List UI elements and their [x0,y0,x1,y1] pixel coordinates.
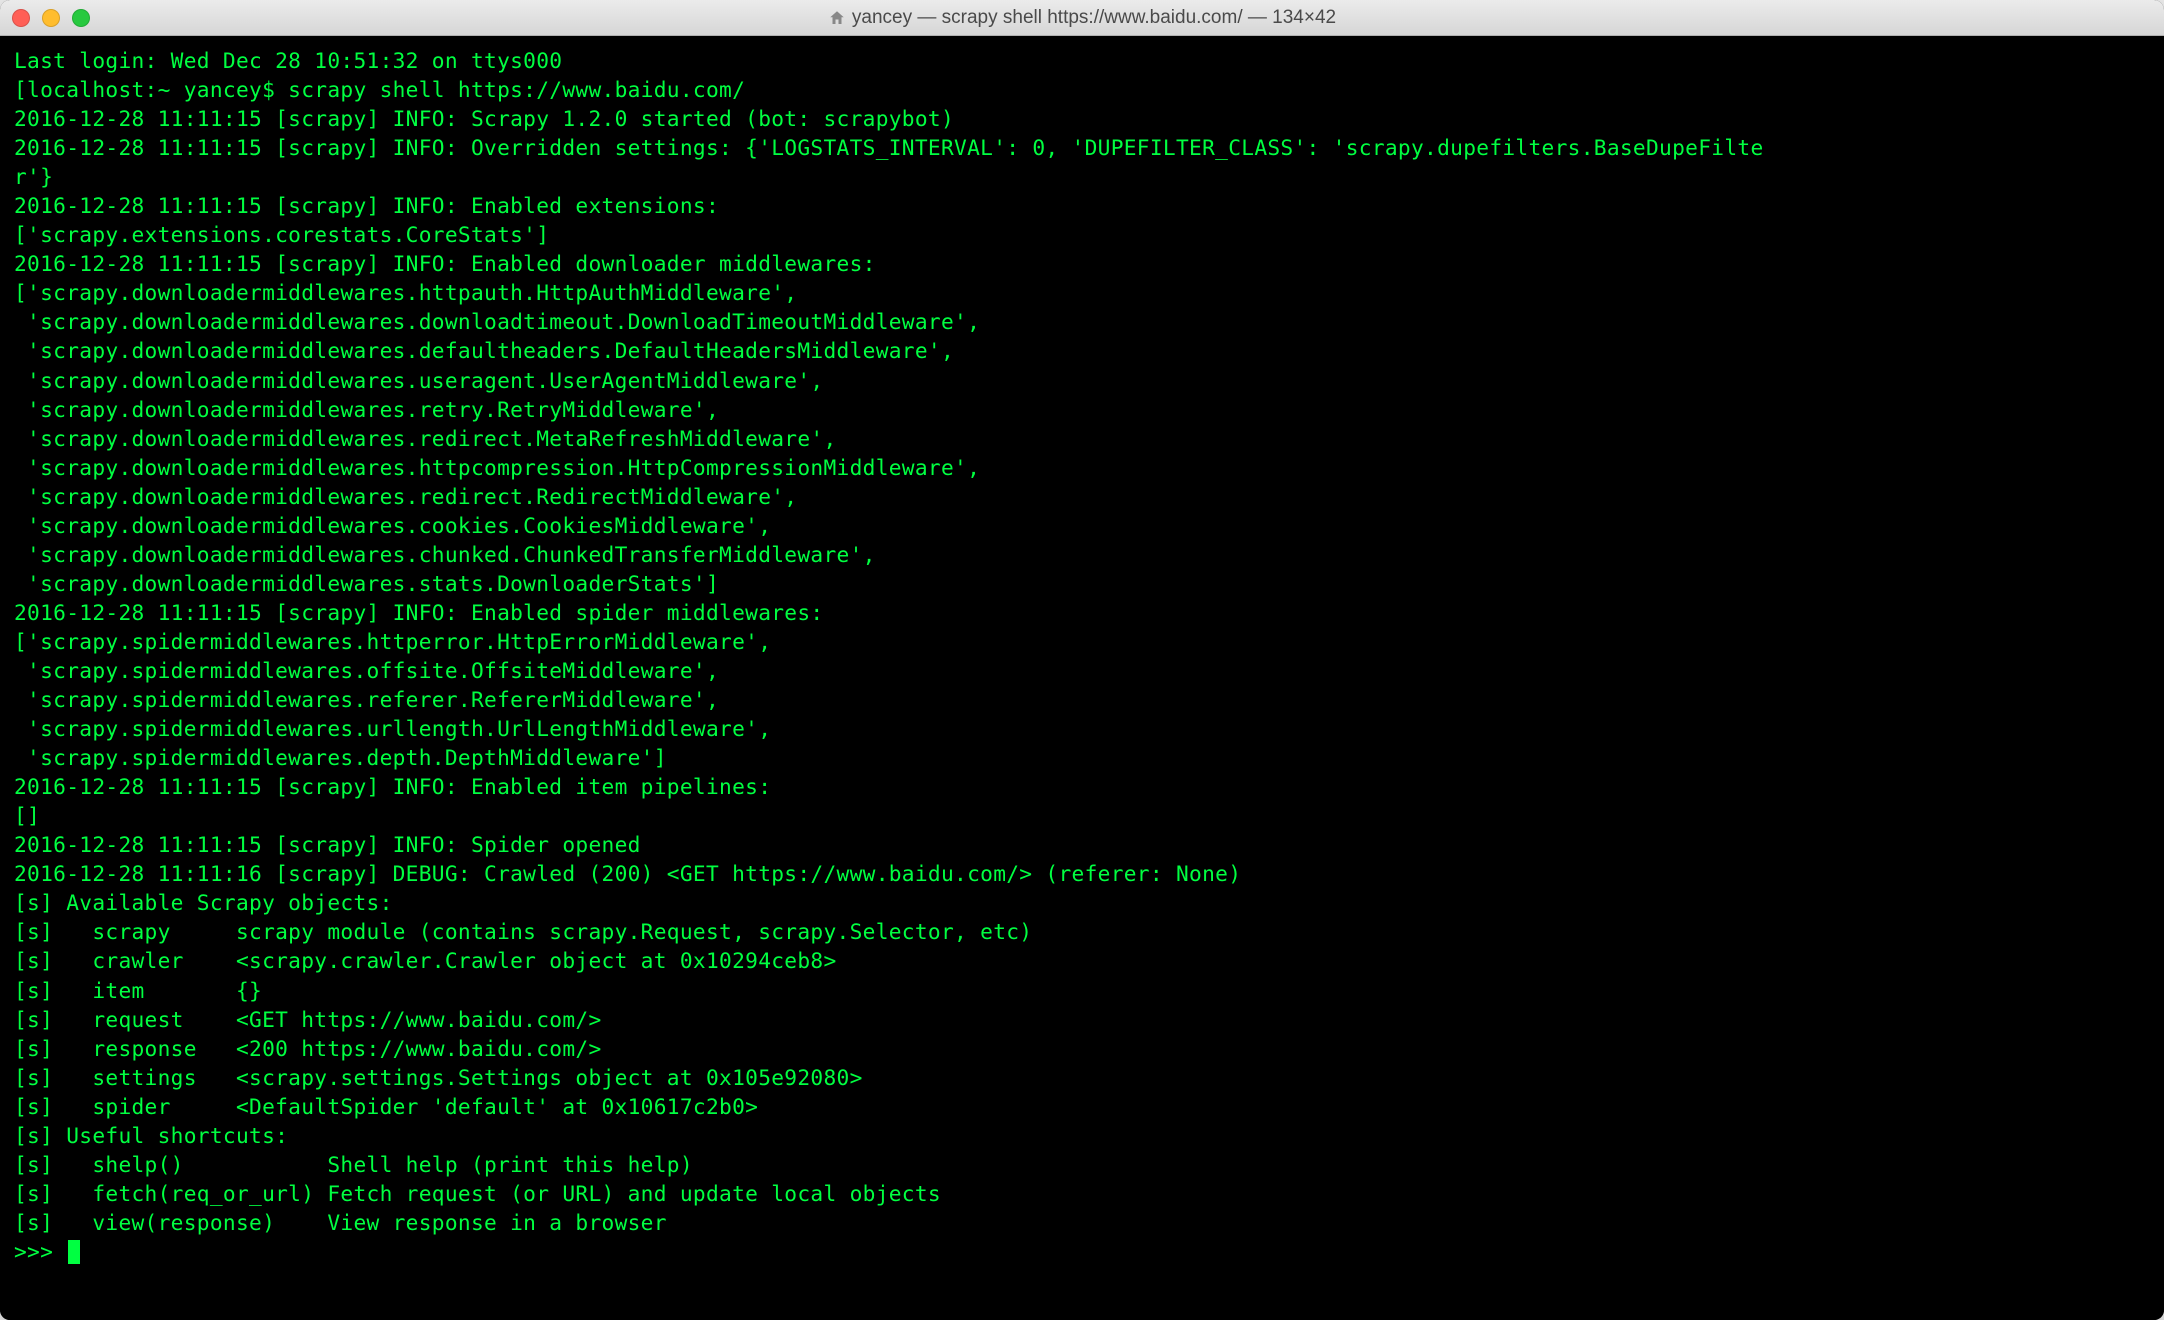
window-title-text: yancey — scrapy shell https://www.baidu.… [852,7,1336,29]
traffic-lights [12,9,90,27]
terminal-line: 2016-12-28 11:11:15 [scrapy] INFO: Scrap… [14,104,2150,133]
window-title: yancey — scrapy shell https://www.baidu.… [0,7,2164,29]
terminal-line: [s] fetch(req_or_url) Fetch request (or … [14,1179,2150,1208]
terminal-line: [s] request <GET https://www.baidu.com/> [14,1005,2150,1034]
terminal-line: 'scrapy.spidermiddlewares.urllength.UrlL… [14,714,2150,743]
terminal-line: Last login: Wed Dec 28 10:51:32 on ttys0… [14,46,2150,75]
terminal-line: ['scrapy.spidermiddlewares.httperror.Htt… [14,627,2150,656]
terminal-line: [s] item {} [14,976,2150,1005]
terminal-line: 2016-12-28 11:11:16 [scrapy] DEBUG: Craw… [14,859,2150,888]
terminal-line: ['scrapy.extensions.corestats.CoreStats'… [14,220,2150,249]
terminal-window: yancey — scrapy shell https://www.baidu.… [0,0,2164,1320]
terminal-line: [] [14,801,2150,830]
terminal-line: 2016-12-28 11:11:15 [scrapy] INFO: Enabl… [14,191,2150,220]
terminal-line: [s] spider <DefaultSpider 'default' at 0… [14,1092,2150,1121]
terminal-line: [s] Available Scrapy objects: [14,888,2150,917]
terminal-prompt[interactable]: >>> [14,1237,2150,1266]
terminal-line: [s] scrapy scrapy module (contains scrap… [14,917,2150,946]
terminal-line: 'scrapy.downloadermiddlewares.chunked.Ch… [14,540,2150,569]
close-button[interactable] [12,9,30,27]
minimize-button[interactable] [42,9,60,27]
terminal-line: 2016-12-28 11:11:15 [scrapy] INFO: Enabl… [14,772,2150,801]
terminal-line: [s] view(response) View response in a br… [14,1208,2150,1237]
terminal-line: 'scrapy.downloadermiddlewares.httpcompre… [14,453,2150,482]
prompt-text: >>> [14,1239,66,1264]
terminal-line: 2016-12-28 11:11:15 [scrapy] INFO: Spide… [14,830,2150,859]
terminal-line: ['scrapy.downloadermiddlewares.httpauth.… [14,278,2150,307]
terminal-line: 2016-12-28 11:11:15 [scrapy] INFO: Overr… [14,133,2150,162]
cursor [68,1240,80,1264]
terminal-line: [s] shelp() Shell help (print this help) [14,1150,2150,1179]
fullscreen-button[interactable] [72,9,90,27]
terminal-line: 2016-12-28 11:11:15 [scrapy] INFO: Enabl… [14,249,2150,278]
terminal-line: r'} [14,162,2150,191]
home-icon [828,9,846,27]
terminal-line: 'scrapy.downloadermiddlewares.downloadti… [14,307,2150,336]
terminal-line: 'scrapy.spidermiddlewares.referer.Refere… [14,685,2150,714]
terminal-line: 2016-12-28 11:11:15 [scrapy] INFO: Enabl… [14,598,2150,627]
terminal-line: 'scrapy.downloadermiddlewares.cookies.Co… [14,511,2150,540]
terminal-line: 'scrapy.downloadermiddlewares.retry.Retr… [14,395,2150,424]
terminal-line: [localhost:~ yancey$ scrapy shell https:… [14,75,2150,104]
terminal-line: 'scrapy.downloadermiddlewares.redirect.M… [14,424,2150,453]
titlebar: yancey — scrapy shell https://www.baidu.… [0,0,2164,36]
terminal-line: 'scrapy.downloadermiddlewares.stats.Down… [14,569,2150,598]
terminal-line: [s] settings <scrapy.settings.Settings o… [14,1063,2150,1092]
terminal-line: [s] crawler <scrapy.crawler.Crawler obje… [14,946,2150,975]
terminal-line: [s] response <200 https://www.baidu.com/… [14,1034,2150,1063]
terminal-line: 'scrapy.downloadermiddlewares.redirect.R… [14,482,2150,511]
terminal-line: 'scrapy.downloadermiddlewares.useragent.… [14,366,2150,395]
terminal-line: 'scrapy.downloadermiddlewares.defaulthea… [14,336,2150,365]
terminal-line: 'scrapy.spidermiddlewares.depth.DepthMid… [14,743,2150,772]
terminal-line: 'scrapy.spidermiddlewares.offsite.Offsit… [14,656,2150,685]
terminal-body[interactable]: Last login: Wed Dec 28 10:51:32 on ttys0… [0,36,2164,1320]
terminal-line: [s] Useful shortcuts: [14,1121,2150,1150]
